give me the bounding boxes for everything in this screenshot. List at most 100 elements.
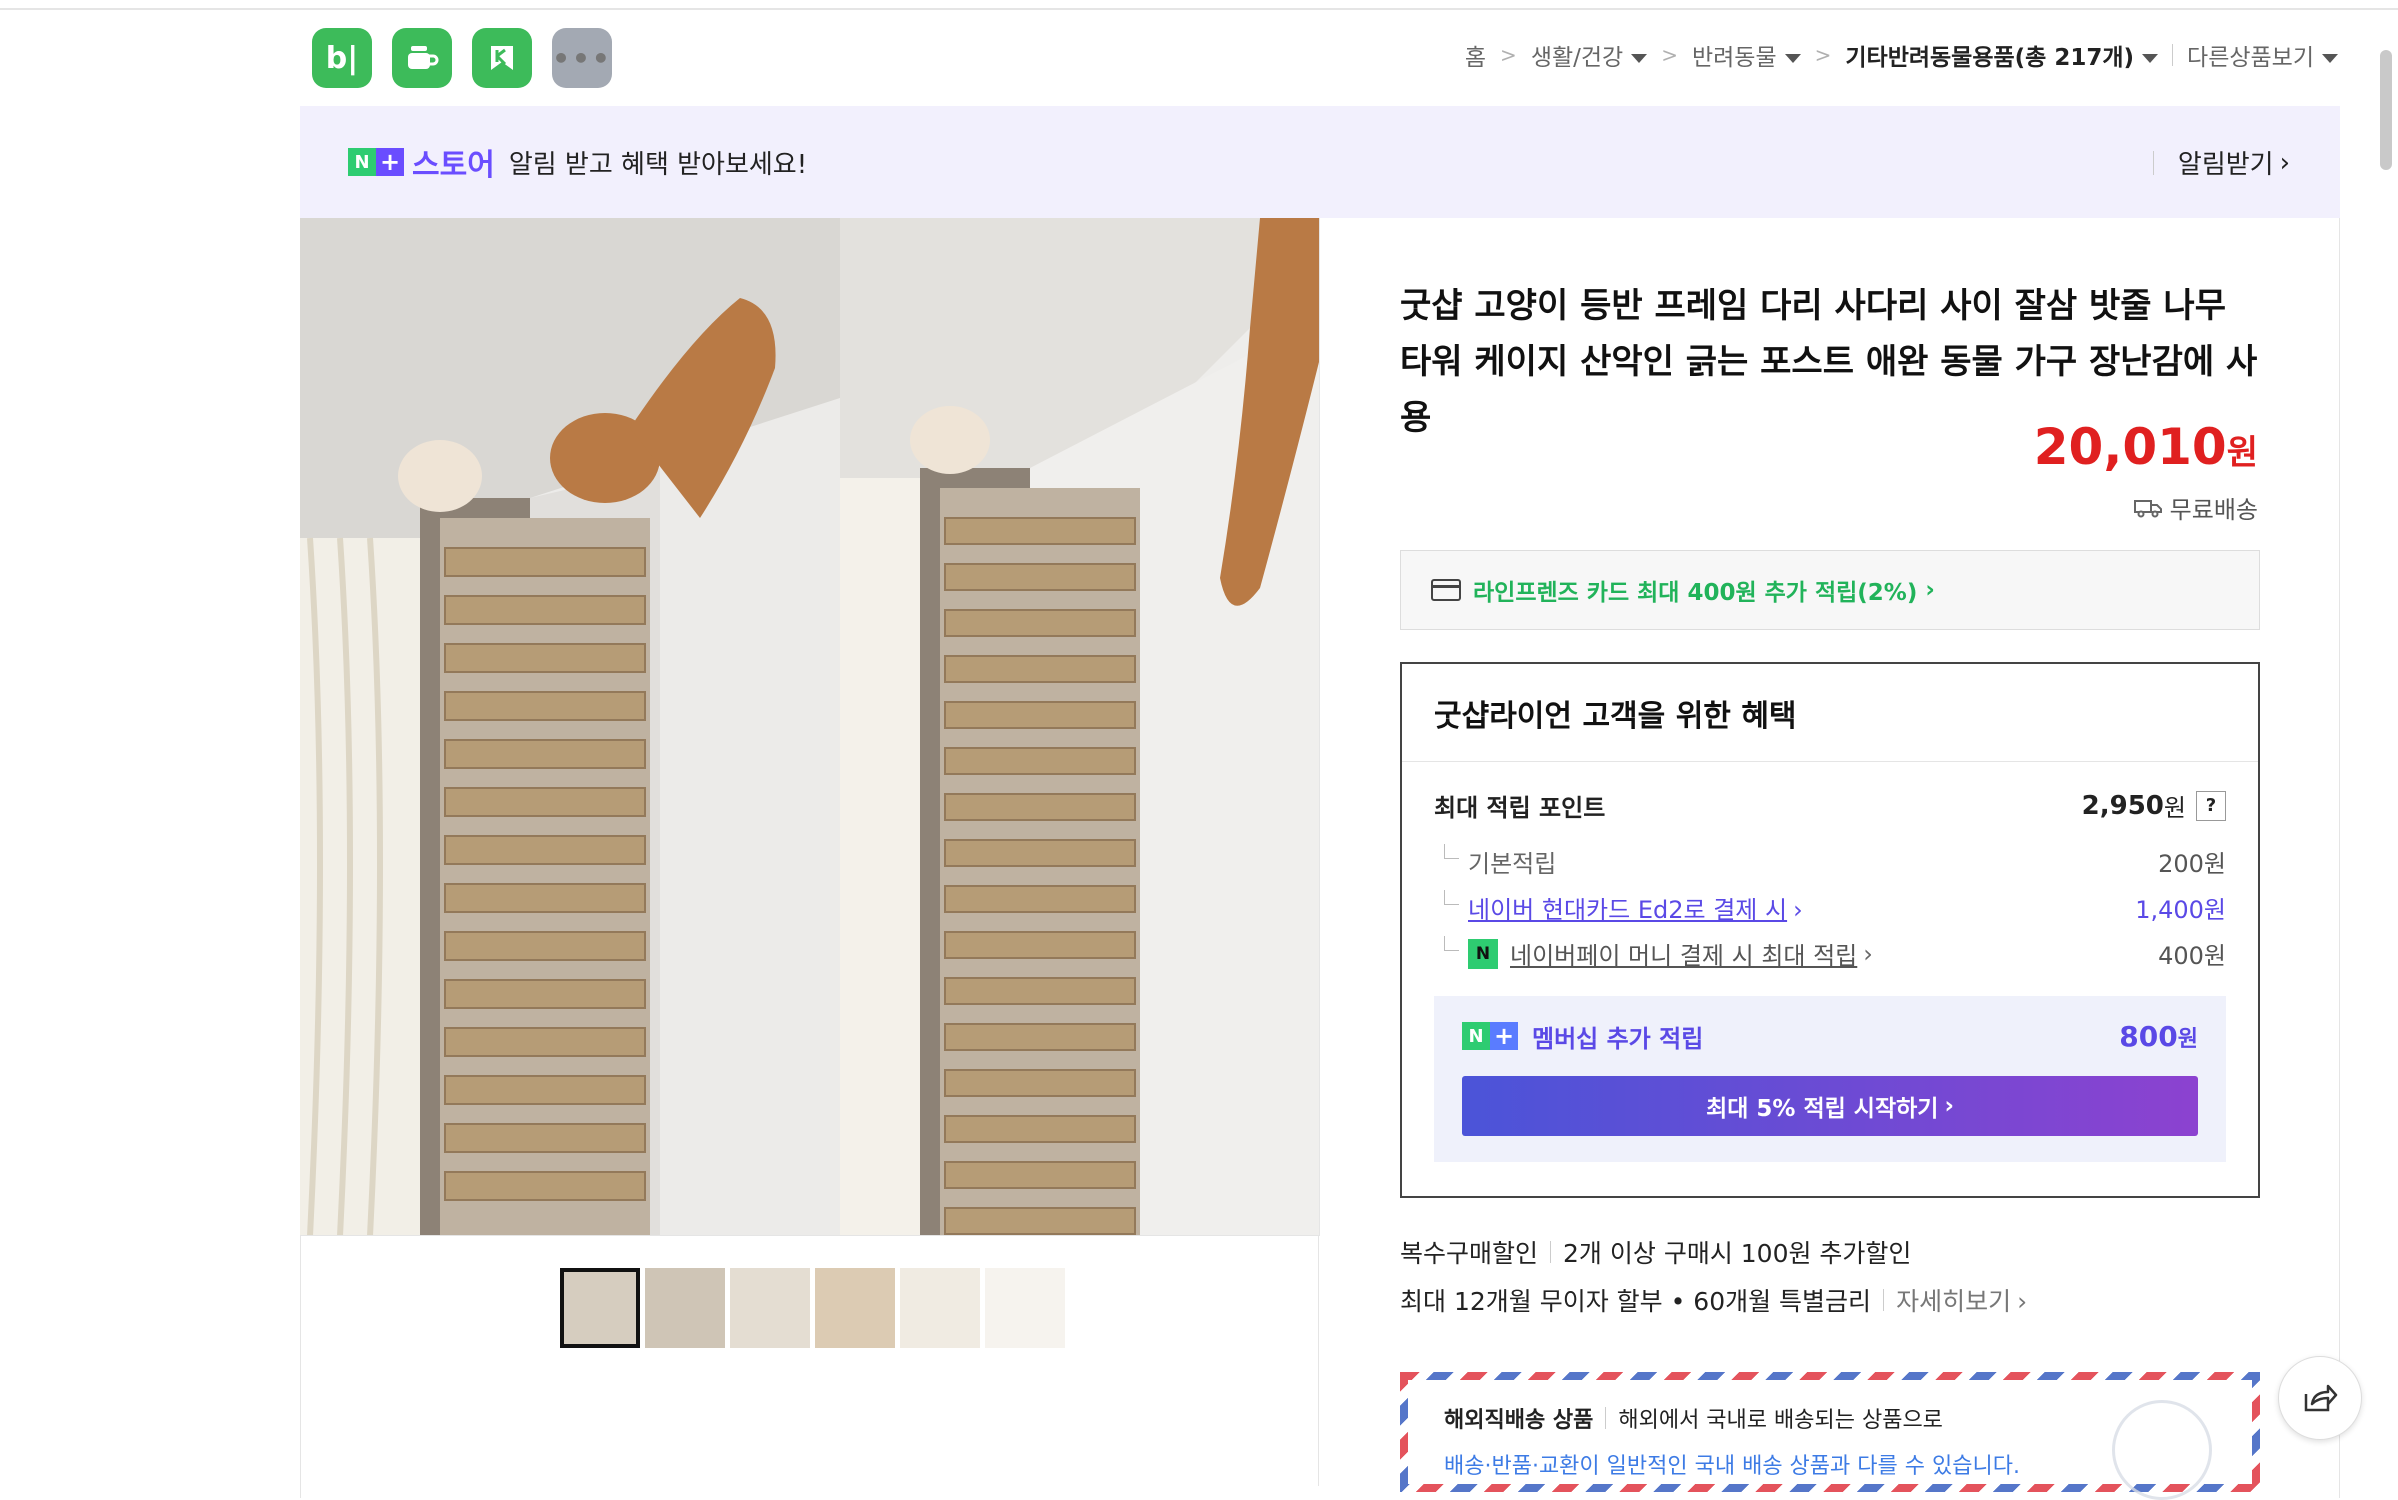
thumbnail-6[interactable] xyxy=(985,1268,1065,1348)
max-points-unit: 원 xyxy=(2163,794,2186,822)
overseas-label: 해외직배송 상품 xyxy=(1444,1408,1594,1433)
subscribe-label: 알림받기 xyxy=(2177,150,2274,180)
thumbnail-4[interactable] xyxy=(815,1268,895,1348)
thumbnail-1[interactable] xyxy=(560,1268,640,1348)
dropdown-icon xyxy=(2322,54,2338,63)
breadcrumb-level2[interactable]: 반려동물 xyxy=(1692,38,1801,72)
benefits-panel: 굿샵라이언 고객을 위한 혜택 최대 적립 포인트 2,950 원 ? 기본적립 … xyxy=(1400,662,2260,1198)
airmail-stamp-icon xyxy=(2112,1400,2212,1500)
share-icon xyxy=(2304,1384,2338,1412)
npay-icon: N xyxy=(1468,938,1498,969)
breadcrumb-level3[interactable]: 기타반려동물용품(총 217개) xyxy=(1845,38,2159,72)
app-shortcuts: b| ••• xyxy=(312,28,612,88)
installment-detail-link[interactable]: 자세히보기 › xyxy=(1896,1282,2027,1318)
npay-points-link[interactable]: N 네이버페이 머니 결제 시 최대 적립 › xyxy=(1434,936,1873,971)
naver-n-icon: N xyxy=(1462,1022,1490,1050)
breadcrumb-separator: > xyxy=(1661,43,1678,67)
thumbnail-5[interactable] xyxy=(900,1268,980,1348)
chevron-right-icon: › xyxy=(1925,577,1935,603)
product-photo xyxy=(300,218,1319,1235)
breadcrumb-divider xyxy=(2172,44,2174,66)
thumbnail-strip xyxy=(560,1268,1065,1348)
kin-icon[interactable] xyxy=(472,28,532,88)
npay-points-label: 네이버페이 머니 결제 시 최대 적립 xyxy=(1510,942,1858,970)
npay-points-value: 400원 xyxy=(2158,942,2226,970)
max-points-value: 2,950 원 ? xyxy=(2082,788,2226,823)
chevron-right-icon: › xyxy=(2017,1287,2028,1316)
membership-unit: 원 xyxy=(2177,1026,2198,1052)
membership-label: 멤버십 추가 적립 xyxy=(1532,1024,1704,1053)
store-alert-banner: N + 스토어 알림 받고 혜택 받아보세요! 알림받기 › xyxy=(300,106,2340,218)
help-icon[interactable]: ? xyxy=(2196,790,2226,821)
dropdown-icon xyxy=(1631,54,1648,63)
card-points-value: 1,400원 xyxy=(2135,896,2226,924)
divider xyxy=(1605,1407,1607,1429)
cafe-icon[interactable] xyxy=(392,28,452,88)
basic-points-row: 기본적립 200원 xyxy=(1434,844,2226,879)
card-offer-banner[interactable]: 라인프렌즈 카드 최대 400원 추가 적립(2%) › xyxy=(1400,550,2260,630)
credit-card-icon xyxy=(1431,579,1461,601)
dropdown-icon xyxy=(2142,54,2159,63)
divider xyxy=(1883,1289,1885,1311)
cup-icon xyxy=(408,46,439,69)
blog-icon[interactable]: b| xyxy=(312,28,372,88)
thumbnail-2[interactable] xyxy=(645,1268,725,1348)
basic-points-label: 기본적립 xyxy=(1434,844,1556,879)
product-main-image[interactable] xyxy=(300,218,1320,1236)
overseas-line-1: 해외직배송 상품 해외에서 국내로 배송되는 상품으로 xyxy=(1444,1402,2216,1434)
card-points-row: 네이버 현대카드 Ed2로 결제 시 › 1,400원 xyxy=(1434,890,2226,925)
max-points-row: 최대 적립 포인트 2,950 원 ? xyxy=(1434,788,2226,823)
top-divider xyxy=(0,0,2398,10)
page-scrollbar[interactable] xyxy=(2380,50,2392,170)
more-icon[interactable]: ••• xyxy=(552,28,612,88)
detail-link-label: 자세히보기 xyxy=(1896,1287,2012,1316)
membership-value: 800원 xyxy=(2119,1020,2198,1053)
plus-icon: + xyxy=(376,148,404,176)
breadcrumb-home[interactable]: 홈 xyxy=(1465,38,1486,72)
start-membership-label: 최대 5% 적립 시작하기 xyxy=(1706,1096,1939,1122)
naver-n-icon: N xyxy=(348,148,376,176)
bookmark-k-icon xyxy=(491,46,513,70)
price-value: 20,010 xyxy=(2033,418,2227,476)
installment-text: 최대 12개월 무이자 할부 • 60개월 특별금리 xyxy=(1400,1287,1872,1316)
other-products-dropdown[interactable]: 다른상품보기 xyxy=(2187,38,2338,72)
column-divider xyxy=(1318,1236,1319,1486)
npay-points-row: N 네이버페이 머니 결제 시 최대 적립 › 400원 xyxy=(1434,936,2226,971)
naver-plus-badge: N + xyxy=(348,148,404,176)
breadcrumb: 홈 > 생활/건강 > 반려동물 > 기타반려동물용품(총 217개) 다른상품… xyxy=(1465,38,2338,72)
chevron-right-icon: › xyxy=(1793,896,1803,924)
truck-icon xyxy=(2133,499,2162,517)
product-price: 20,010원 xyxy=(2034,418,2258,476)
max-points-number: 2,950 xyxy=(2081,790,2164,821)
card-offer-text: 라인프렌즈 카드 최대 400원 추가 적립(2%) xyxy=(1473,580,1918,606)
divider xyxy=(2152,150,2154,175)
overseas-note: 배송·반품·교환이 일반적인 국내 배송 상품과 다를 수 있습니다. xyxy=(1444,1454,2020,1479)
naver-plus-badge: N + xyxy=(1462,1022,1518,1050)
chevron-right-icon: › xyxy=(1863,939,1873,968)
multi-purchase-discount: 복수구매할인 2개 이상 구매시 100원 추가할인 xyxy=(1400,1234,1911,1270)
shipping-label: 무료배송 xyxy=(2169,496,2258,524)
divider xyxy=(1550,1241,1552,1263)
shipping-info: 무료배송 xyxy=(2133,490,2258,525)
price-unit: 원 xyxy=(2226,433,2258,473)
breadcrumb-level1[interactable]: 생활/건강 xyxy=(1531,38,1648,72)
multi-discount-label: 복수구매할인 xyxy=(1400,1239,1539,1268)
plus-icon: + xyxy=(1490,1022,1518,1050)
multi-discount-desc: 2개 이상 구매시 100원 추가할인 xyxy=(1563,1239,1912,1268)
thumbnail-3[interactable] xyxy=(730,1268,810,1348)
membership-box: N + 멤버십 추가 적립 800원 최대 5% 적립 시작하기 › xyxy=(1434,996,2226,1162)
breadcrumb-separator: > xyxy=(1500,43,1517,67)
basic-points-value: 200원 xyxy=(2158,850,2226,878)
subscribe-alert-button[interactable]: 알림받기 › xyxy=(2152,144,2290,181)
start-membership-button[interactable]: 최대 5% 적립 시작하기 › xyxy=(1462,1076,2198,1136)
membership-label-group: N + 멤버십 추가 적립 xyxy=(1462,1019,1703,1054)
overseas-desc: 해외에서 국내로 배송되는 상품으로 xyxy=(1618,1408,1943,1433)
chevron-right-icon: › xyxy=(1944,1093,1954,1119)
dropdown-icon xyxy=(1784,54,1801,63)
card-points-label: 네이버 현대카드 Ed2로 결제 시 xyxy=(1468,896,1788,924)
max-points-label: 최대 적립 포인트 xyxy=(1434,794,1606,822)
benefits-heading: 굿샵라이언 고객을 위한 혜택 xyxy=(1402,664,2258,762)
card-points-link[interactable]: 네이버 현대카드 Ed2로 결제 시 › xyxy=(1434,890,1803,925)
share-button[interactable] xyxy=(2278,1356,2362,1440)
overseas-delivery-notice: 해외직배송 상품 해외에서 국내로 배송되는 상품으로 배송·반품·교환이 일반… xyxy=(1400,1372,2260,1500)
